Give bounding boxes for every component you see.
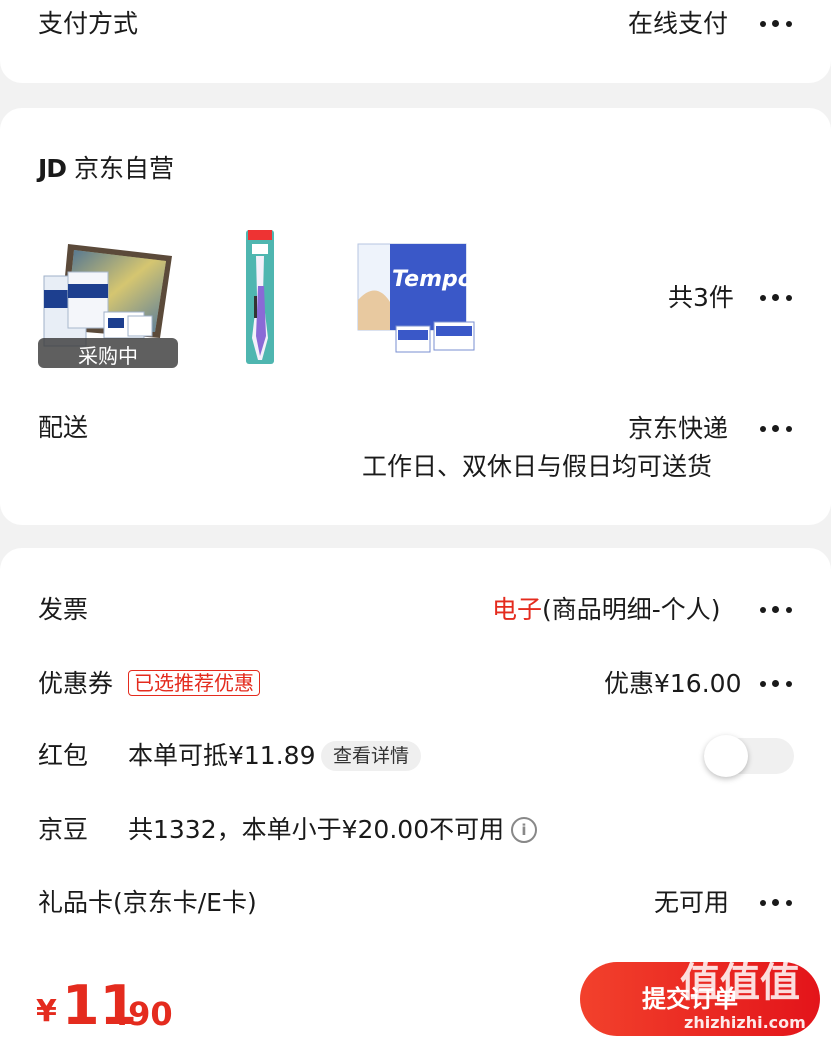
jd-logo: JD <box>38 154 67 183</box>
coupon-recommended-tag: 已选推荐优惠 <box>128 670 260 696</box>
tempo-brand-logo: Tempo <box>392 267 473 292</box>
purchasing-badge: 采购中 <box>78 344 138 368</box>
payment-value[interactable]: 在线支付 <box>628 8 728 40</box>
red-packet-text: 本单可抵¥11.89 <box>128 741 316 770</box>
delivery-value[interactable]: 京东快递 <box>628 413 728 445</box>
price-decimal: .90 <box>116 995 173 1033</box>
watermark-site: zhizhizhi.com <box>684 1013 806 1032</box>
shop-name: 京东自营 <box>74 154 175 183</box>
invoice-type: 电子 <box>492 595 543 624</box>
tempo-tissue-pack-product-image[interactable] <box>356 240 476 356</box>
delivery-label: 配送 <box>38 413 89 442</box>
price-currency: ¥ <box>36 994 57 1029</box>
coupon-value[interactable]: 优惠¥16.00 <box>604 668 741 700</box>
jingdou-label: 京豆 <box>38 815 89 844</box>
gift-card-label: 礼品卡(京东卡/E卡) <box>38 888 257 917</box>
invoice-label: 发票 <box>38 595 89 624</box>
view-details-button[interactable]: 查看详情 <box>321 741 422 771</box>
more-dots-icon[interactable] <box>758 18 794 30</box>
more-dots-icon[interactable] <box>758 897 794 909</box>
more-dots-icon[interactable] <box>758 292 794 304</box>
gift-card-value[interactable]: 无可用 <box>654 887 729 919</box>
delivery-note: 工作日、双休日与假日均可送货 <box>362 452 713 481</box>
toothbrush-product-image[interactable] <box>242 226 278 368</box>
more-dots-icon[interactable] <box>758 423 794 435</box>
payment-label: 支付方式 <box>38 9 139 38</box>
more-dots-icon[interactable] <box>758 678 794 690</box>
more-dots-icon[interactable] <box>758 604 794 616</box>
item-count[interactable]: 共3件 <box>668 282 734 314</box>
jingdou-text: 共1332，本单小于¥20.00不可用 <box>128 815 505 844</box>
coupon-label: 优惠券 <box>38 669 114 698</box>
red-packet-toggle[interactable] <box>704 735 794 777</box>
toggle-knob <box>704 735 748 777</box>
invoice-value[interactable]: 电子(商品明细-个人) <box>492 594 721 626</box>
watermark-logo: 值值值 <box>680 960 800 1006</box>
invoice-detail: (商品明细-个人) <box>542 595 721 624</box>
red-packet-label: 红包 <box>38 741 89 770</box>
info-icon[interactable]: i <box>511 817 537 843</box>
